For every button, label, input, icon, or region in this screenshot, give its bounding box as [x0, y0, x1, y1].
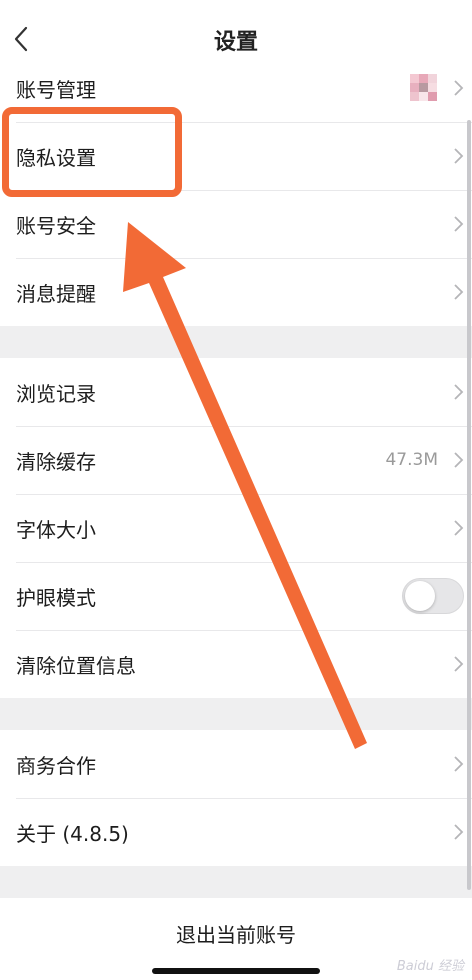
row-label: 浏览记录 — [16, 381, 96, 406]
chevron-right-icon — [454, 148, 464, 164]
eye-protection-row: 护眼模式 — [0, 562, 472, 630]
chevron-right-icon — [454, 284, 464, 300]
browsing-history-row[interactable]: 浏览记录 — [0, 358, 472, 426]
row-label: 清除位置信息 — [16, 653, 136, 678]
cache-size-value: 47.3M — [385, 450, 438, 470]
watermark: Baidu 经验 — [396, 959, 464, 974]
chevron-right-icon — [454, 824, 464, 840]
row-label: 账号安全 — [16, 213, 96, 238]
toggle-knob — [405, 581, 435, 611]
row-label: 关于 (4.8.5) — [16, 821, 129, 846]
about-row[interactable]: 关于 (4.8.5) — [0, 798, 472, 866]
home-indicator[interactable] — [152, 968, 320, 974]
row-label: 字体大小 — [16, 517, 96, 542]
chevron-right-icon — [454, 656, 464, 672]
eye-protection-toggle[interactable] — [402, 578, 464, 614]
about-group: 商务合作 关于 (4.8.5) — [0, 730, 472, 866]
chevron-right-icon — [454, 80, 464, 96]
chevron-right-icon — [454, 216, 464, 232]
row-label: 消息提醒 — [16, 281, 96, 306]
row-label: 商务合作 — [16, 753, 96, 778]
chevron-right-icon — [454, 756, 464, 772]
business-cooperation-row[interactable]: 商务合作 — [0, 730, 472, 798]
row-label: 清除缓存 — [16, 449, 96, 474]
clear-cache-row[interactable]: 清除缓存 47.3M — [0, 426, 472, 494]
clear-location-row[interactable]: 清除位置信息 — [0, 630, 472, 698]
scrollbar[interactable] — [467, 120, 471, 890]
general-settings-group: 浏览记录 清除缓存 47.3M 字体大小 护眼模式 清除位置信息 — [0, 358, 472, 698]
chevron-right-icon — [454, 452, 464, 468]
avatar — [410, 74, 438, 102]
chevron-right-icon — [454, 384, 464, 400]
row-label: 账号管理 — [16, 77, 96, 102]
page-title: 设置 — [213, 30, 258, 55]
account-security-row[interactable]: 账号安全 — [0, 190, 472, 258]
font-size-row[interactable]: 字体大小 — [0, 494, 472, 562]
logout-label: 退出当前账号 — [176, 922, 296, 947]
highlight-box — [2, 107, 182, 197]
row-label: 护眼模式 — [16, 585, 96, 610]
chevron-right-icon — [454, 520, 464, 536]
message-notification-row[interactable]: 消息提醒 — [0, 258, 472, 326]
